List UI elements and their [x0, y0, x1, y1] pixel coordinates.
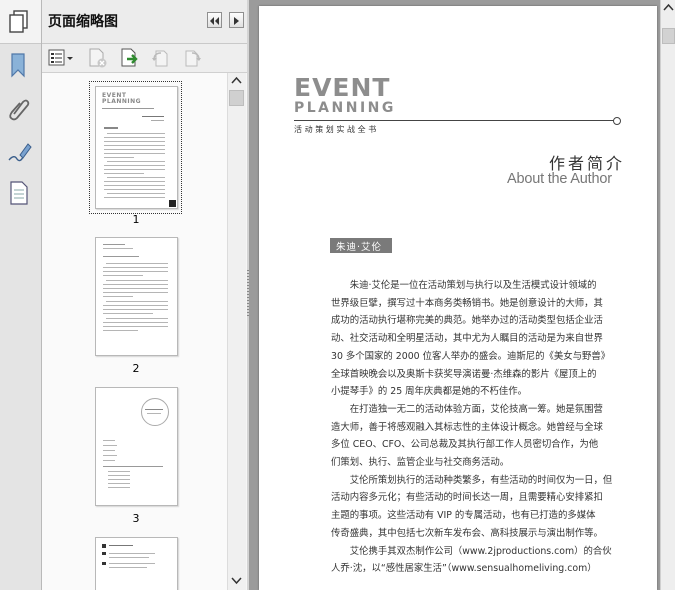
logo-subtitle: 活动策划实战全书 [294, 125, 379, 134]
navigation-rail [0, 0, 42, 590]
pages-icon[interactable] [7, 9, 33, 35]
author-tag-text: 朱迪·艾伦 [336, 242, 383, 253]
logo-rule [294, 120, 616, 121]
paperclip-icon[interactable] [6, 96, 32, 122]
thumbnail-label-1: 1 [132, 213, 140, 226]
thumbnail-label-3: 3 [132, 512, 140, 525]
thumbnail-page-3[interactable] [95, 387, 178, 506]
rule-end-dot [613, 117, 621, 125]
body-text-line: 朱迪·艾伦是一位在活动策划与执行以及生活模式设计领域的 [331, 280, 597, 291]
body-text-line: 全球首映晚会以及奥斯卡获奖导演诺曼·杰维森的影片《屋顶上的 [331, 368, 597, 380]
heading-english: About the Author [507, 171, 612, 187]
body-text-line: 人乔·沈，以“感性居家生活”（www.sensualhomeliving.com… [331, 563, 597, 575]
thumbnails-scroll-thumb[interactable] [229, 90, 244, 106]
insert-page-icon[interactable] [119, 47, 141, 69]
body-text-line: 世界级巨擘，撰写过十本商务类畅销书。她是创意设计的大师，其 [331, 297, 603, 309]
thumb-logo: EVENT PLANNING [102, 92, 142, 105]
panel-header: 页面缩略图 [42, 0, 247, 44]
body-text-line: 们策划、执行、监管企业与社交商务活动。 [331, 457, 510, 468]
body-text-line: 多位 CEO、CFO、公司总裁及其执行部工作人员密切合作，为他 [331, 439, 599, 451]
thumbnail-page-1[interactable]: EVENT PLANNING [95, 86, 178, 209]
body-text-line: 小提琴手》的 25 周年庆典都是她的不朽佳作。 [331, 386, 528, 398]
thumbnail-list[interactable]: EVENT PLANNING 1 2 3 [42, 73, 227, 590]
page-thumbnails-panel: 页面缩略图 EVENT PLANNING 1 2 3 [42, 0, 248, 590]
body-text-line: 传奇盛典，其中包括七次新车发布会、高科技展示与演出制作等。 [331, 527, 603, 539]
document-layers-icon[interactable] [6, 180, 32, 206]
thumbnail-toolbar [42, 44, 247, 73]
doc-scroll-thumb[interactable] [662, 28, 675, 44]
body-text-line: 活动内容多元化；有些活动的时间长达一周，且需要精心安排紧扣 [331, 492, 603, 504]
thumbnail-page-2[interactable] [95, 237, 178, 356]
rotate-cw-icon[interactable] [180, 47, 202, 69]
logo-event: EVENT [294, 73, 391, 102]
next-button[interactable] [229, 12, 244, 28]
page-marker [169, 200, 176, 207]
scroll-down-icon[interactable] [231, 577, 242, 585]
doc-scroll-up-icon[interactable] [663, 3, 674, 11]
thumb-seal [141, 398, 169, 426]
panel-title: 页面缩略图 [48, 14, 118, 30]
body-text-line: 造大师，善于将感观融入其标志性的主体设计概念。她曾经与全球 [331, 421, 603, 433]
body-text-line: 30 多个国家的 2000 位客人举办的盛会。迪斯尼的《美女与野兽》 [331, 350, 611, 362]
body-text-line: 动、社交活动和全明星活动，其中尤为人瞩目的活动是为来自世界 [331, 333, 603, 345]
thumbnails-scrollbar[interactable] [227, 73, 246, 590]
body-text-line: 在打造独一无二的活动体验方面，艾伦技高一筹。她是氛围营 [331, 403, 603, 415]
signature-pen-icon[interactable] [6, 140, 32, 166]
document-scrollbar[interactable] [660, 0, 675, 590]
body-text-line: 艾伦携手其双杰制作公司（www.2jproductions.com）的合伙 [331, 545, 612, 557]
body-text-line: 主题的事项。这些活动有 VIP 的专属活动，也有已打造的多媒体 [331, 510, 596, 522]
rotate-ccw-icon[interactable] [150, 47, 172, 69]
play-icon [234, 17, 239, 25]
options-menu-icon[interactable] [48, 49, 74, 67]
body-text-line: 艾伦所策划执行的活动种类繁多，有些活动的时间仅为一日，但 [331, 474, 613, 486]
scroll-up-icon[interactable] [231, 76, 242, 84]
document-page: EVENT PLANNING 活动策划实战全书 作者简介 About the A… [259, 6, 657, 590]
rewind-icon [210, 17, 219, 25]
delete-page-icon[interactable] [87, 47, 109, 69]
author-tag: 朱迪·艾伦 [330, 238, 392, 253]
thumbnail-page-4[interactable] [95, 537, 178, 590]
body-text-line: 成功的活动执行堪称完美的典范。她举办过的活动类型包括企业活 [331, 315, 603, 327]
collapse-panel-button[interactable] [207, 12, 222, 28]
bookmark-icon[interactable] [6, 52, 32, 78]
logo-planning: PLANNING [294, 100, 396, 116]
thumbnail-label-2: 2 [132, 362, 140, 375]
